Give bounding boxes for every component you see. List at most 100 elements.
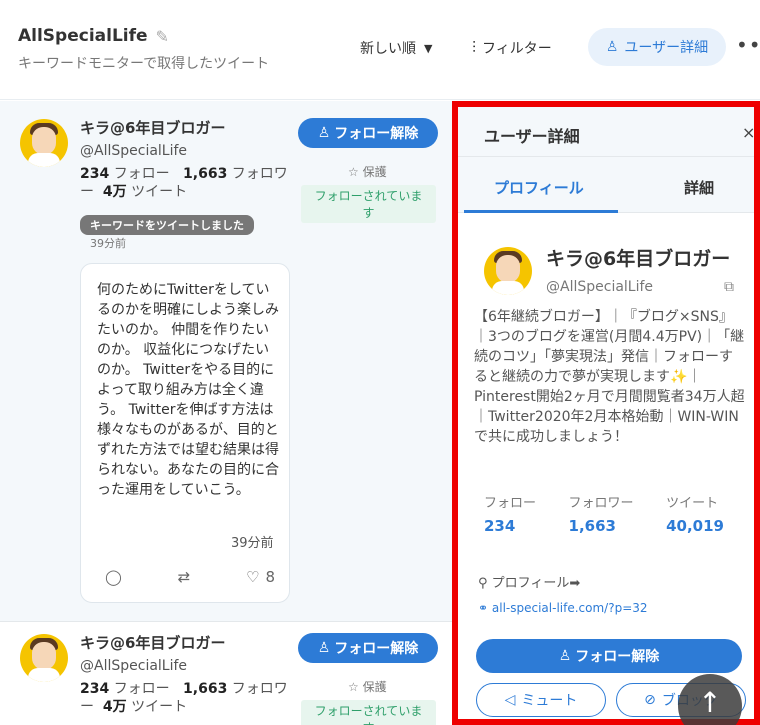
tweet-card-time: 39分前: [231, 536, 274, 551]
user-stats: 234 フォロー 1,663 フォロワー 4万 ツイート: [80, 680, 300, 716]
star-icon: ☆: [348, 680, 359, 694]
followed-badge: フォローされています: [301, 700, 436, 725]
speaker-icon: ◁: [504, 692, 516, 708]
user-minus-icon: ♙: [317, 125, 331, 141]
reply-icon[interactable]: ◯: [105, 568, 122, 586]
unfollow-label: フォロー解除: [334, 126, 419, 142]
caret-down-icon: ▼: [424, 41, 433, 55]
tweet-card[interactable]: 何のためにTwitterをしているのかを明確にしよう楽しみたいのか。 仲間を作り…: [80, 263, 290, 603]
like-button[interactable]: ♡ 8: [246, 568, 275, 586]
stat-tweets[interactable]: ツイート 40,019: [666, 492, 724, 535]
profile-link[interactable]: ⚲ プロフィール➡: [478, 572, 580, 591]
retweet-icon[interactable]: ⇄: [178, 568, 191, 586]
stat-label: フォロー: [484, 496, 537, 511]
tweet-body: 何のためにTwitterをしているのかを明確にしよう楽しみたいのか。 仲間を作り…: [97, 282, 279, 498]
following-count: 234: [80, 681, 110, 697]
stat-value: 40,019: [666, 517, 724, 535]
stat-label: ツイート: [666, 496, 719, 511]
tweet-feed: キラ@6年目ブロガー @AllSpecialLife 234 フォロー 1,66…: [0, 101, 452, 725]
keyword-tag: キーワードをツイートしました: [80, 215, 254, 235]
panel-tabs: プロフィール 詳細: [458, 157, 754, 213]
profile-avatar[interactable]: [484, 247, 532, 295]
unfollow-label: フォロー解除: [334, 641, 419, 657]
tweet-actions: ◯ ⇄ ♡ 8: [105, 568, 275, 586]
website-link[interactable]: ⚭ all-special-life.com/?p=32: [478, 601, 648, 615]
unfollow-label: フォロー解除: [575, 649, 660, 665]
user-detail-button[interactable]: ♙ ユーザー詳細: [588, 28, 726, 66]
tweets-label: ツイート: [131, 699, 188, 715]
user-detail-label: ユーザー詳細: [624, 40, 709, 56]
profile-link-label: プロフィール➡: [491, 576, 581, 591]
mute-label: ミュート: [521, 693, 578, 709]
profile-handle: @AllSpecialLife: [546, 279, 654, 295]
filter-button[interactable]: ⫶ フィルター: [472, 38, 552, 58]
protect-toggle[interactable]: ☆ 保護: [348, 163, 387, 180]
profile-name: キラ@6年目ブロガー: [546, 248, 731, 270]
user-detail-panel: ユーザー詳細 × プロフィール 詳細 キラ@6年目ブロガー @AllSpecia…: [452, 101, 760, 725]
copy-icon[interactable]: ⧉: [724, 279, 734, 295]
tweets-count: 4万: [102, 184, 127, 200]
arrow-up-icon: ↑: [698, 686, 722, 719]
star-icon: ☆: [348, 165, 359, 179]
user-handle: @AllSpecialLife: [80, 658, 188, 674]
account-name: AllSpecialLife: [18, 26, 148, 46]
user-icon: ♙: [605, 39, 619, 55]
tweet-item: キラ@6年目ブロガー @AllSpecialLife 234 フォロー 1,66…: [0, 101, 452, 621]
sort-dropdown[interactable]: 新しい順 ▼: [360, 38, 432, 58]
protected-label: 保護: [362, 165, 387, 179]
followers-count: 1,663: [183, 166, 228, 182]
tweet-item: キラ@6年目ブロガー @AllSpecialLife 234 フォロー 1,66…: [0, 621, 452, 725]
edit-icon[interactable]: ✎: [156, 27, 169, 46]
close-icon[interactable]: ×: [742, 123, 755, 142]
stat-value: 234: [484, 517, 516, 535]
heart-icon: ♡: [246, 568, 260, 586]
protect-toggle[interactable]: ☆ 保護: [348, 678, 387, 695]
more-icon[interactable]: •••: [736, 33, 760, 57]
user-name[interactable]: キラ@6年目ブロガー: [80, 632, 225, 653]
stat-label: フォロワー: [568, 496, 634, 511]
like-count: 8: [265, 568, 275, 586]
active-tab-indicator: [464, 210, 618, 213]
page-subtitle: キーワードモニターで取得したツイート: [18, 56, 270, 72]
avatar[interactable]: [20, 119, 68, 167]
tweets-label: ツイート: [131, 184, 188, 200]
unfollow-button[interactable]: ♙ フォロー解除: [298, 633, 438, 663]
followed-badge: フォローされています: [301, 185, 436, 223]
bio-text-1: 【6年継続ブロガー】｜『ブログ×SNS』｜3つのブログを運営(月間4.4万PV)…: [474, 309, 745, 385]
panel-header: ユーザー詳細 ×: [458, 107, 755, 157]
filter-label: フィルター: [482, 41, 552, 57]
panel-title: ユーザー詳細: [484, 127, 580, 146]
stat-followers[interactable]: フォロワー 1,663: [569, 492, 634, 535]
avatar[interactable]: [20, 634, 68, 682]
following-label: フォロー: [113, 166, 170, 182]
following-count: 234: [80, 166, 110, 182]
stat-value: 1,663: [568, 517, 616, 535]
location-pin-icon: ⚲: [478, 576, 488, 591]
link-icon: ⚭: [478, 601, 489, 615]
profile-stats: フォロー 234 フォロワー 1,663 ツイート 40,019: [484, 492, 724, 535]
mute-button[interactable]: ◁ ミュート: [476, 683, 606, 717]
block-icon: ⊘: [644, 692, 656, 708]
website-url: all-special-life.com/?p=32: [491, 601, 648, 615]
panel-unfollow-button[interactable]: ♙ フォロー解除: [476, 639, 742, 673]
sort-label: 新しい順: [360, 41, 416, 57]
user-stats: 234 フォロー 1,663 フォロワー 4万 ツイート: [80, 165, 300, 201]
profile-bio: 【6年継続ブロガー】｜『ブログ×SNS』｜3つのブログを運営(月間4.4万PV)…: [474, 307, 746, 447]
protected-label: 保護: [362, 680, 387, 694]
tweet-time: 39分前: [90, 237, 126, 250]
sliders-icon: ⫶: [472, 38, 477, 57]
stat-following[interactable]: フォロー 234: [484, 492, 536, 535]
unfollow-button[interactable]: ♙ フォロー解除: [298, 118, 438, 148]
user-name[interactable]: キラ@6年目ブロガー: [80, 117, 225, 138]
tweets-count: 4万: [102, 699, 127, 715]
sparkle-icon: ✨: [670, 369, 688, 385]
tab-profile[interactable]: プロフィール: [494, 177, 584, 198]
user-minus-icon: ♙: [317, 640, 331, 656]
header: AllSpecialLife ✎ キーワードモニターで取得したツイート 新しい順…: [0, 0, 760, 100]
user-minus-icon: ♙: [558, 648, 572, 664]
tab-details[interactable]: 詳細: [684, 177, 714, 198]
user-handle: @AllSpecialLife: [80, 143, 188, 159]
following-label: フォロー: [113, 681, 170, 697]
followers-count: 1,663: [183, 681, 228, 697]
account-title: AllSpecialLife ✎: [18, 26, 169, 46]
